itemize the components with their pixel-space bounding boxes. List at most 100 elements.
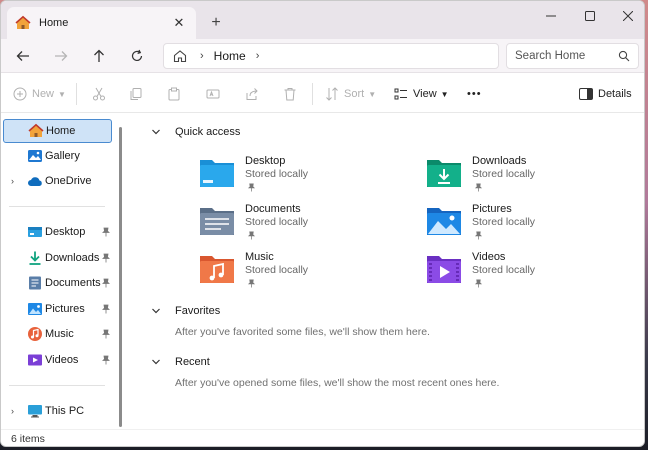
sidebar-scrollbar[interactable] (119, 127, 122, 427)
more-options-button[interactable]: ••• (467, 83, 482, 105)
downloads-icon (29, 251, 41, 265)
sidebar-item-this-pc[interactable]: › This PC (3, 399, 112, 423)
breadcrumb-home[interactable]: Home (214, 49, 246, 63)
close-window-button[interactable] (608, 1, 644, 31)
cut-button[interactable] (92, 83, 106, 105)
tab-title: Home (39, 17, 69, 29)
view-button[interactable]: View ▼ (394, 83, 449, 105)
new-tab-button[interactable]: + (206, 13, 226, 33)
chevron-down-icon: ▼ (440, 89, 449, 99)
music-folder-icon (200, 256, 234, 283)
up-button[interactable] (87, 45, 111, 67)
share-button[interactable] (245, 83, 259, 105)
sidebar-item-music[interactable]: Music (3, 322, 112, 346)
search-input[interactable] (515, 50, 618, 62)
arrow-right-icon (55, 51, 68, 61)
documents-folder-icon (200, 208, 234, 235)
pin-icon (474, 279, 483, 288)
forward-button[interactable] (49, 45, 73, 67)
details-button[interactable]: Details (579, 83, 632, 105)
cloud-icon (28, 177, 42, 186)
sort-icon (326, 87, 338, 101)
sidebar-item-pictures[interactable]: Pictures (3, 297, 112, 321)
pin-icon[interactable] (101, 227, 111, 237)
videos-icon (28, 354, 42, 366)
copy-button[interactable] (129, 83, 143, 105)
gallery-icon (28, 150, 42, 162)
quick-access-tile-desktop[interactable]: Desktop Stored locally (199, 155, 399, 199)
item-count: 6 items (11, 433, 45, 445)
new-button[interactable]: New ▼ (13, 83, 66, 105)
delete-button[interactable] (283, 83, 297, 105)
pin-icon[interactable] (101, 253, 111, 263)
pin-icon[interactable] (101, 304, 111, 314)
quick-access-tile-pictures[interactable]: Pictures Stored locally (426, 203, 626, 247)
home-outline-icon (173, 50, 187, 63)
minimize-button[interactable] (531, 1, 571, 31)
tab-home[interactable]: Home ✕ (7, 7, 196, 39)
tab-close-icon[interactable]: ✕ (170, 14, 188, 32)
minimize-icon (546, 15, 556, 17)
content-pane: Quick access Desktop Stored locally Down… (127, 113, 644, 429)
refresh-button[interactable] (125, 45, 149, 67)
pin-icon (247, 231, 256, 240)
trash-icon (284, 88, 296, 101)
copy-icon (130, 88, 142, 100)
pin-icon (474, 231, 483, 240)
sidebar-item-desktop[interactable]: Desktop (3, 220, 112, 244)
chevron-down-icon (152, 359, 160, 365)
sort-button[interactable]: Sort ▼ (325, 83, 376, 105)
quick-access-tile-documents[interactable]: Documents Stored locally (199, 203, 399, 247)
favorites-header[interactable]: Favorites (151, 305, 220, 317)
back-button[interactable] (11, 45, 35, 67)
maximize-icon (585, 11, 595, 21)
title-bar: Home ✕ + (1, 1, 644, 39)
plus-circle-icon (13, 87, 27, 101)
sidebar-divider (9, 206, 105, 207)
quick-access-header[interactable]: Quick access (151, 126, 240, 138)
search-box[interactable] (506, 43, 639, 69)
chevron-right-icon[interactable]: › (11, 176, 14, 186)
documents-icon (29, 276, 41, 290)
sidebar-item-documents[interactable]: Documents (3, 271, 112, 295)
rename-icon (206, 89, 220, 99)
sidebar-divider (9, 385, 105, 386)
quick-access-tile-music[interactable]: Music Stored locally (199, 251, 399, 295)
chevron-right-icon[interactable]: › (256, 50, 260, 62)
pin-icon[interactable] (101, 355, 111, 365)
maximize-button[interactable] (570, 1, 610, 31)
cut-icon (93, 87, 105, 101)
pin-icon[interactable] (101, 278, 111, 288)
pictures-icon (28, 303, 42, 315)
sidebar-item-videos[interactable]: Videos (3, 348, 112, 372)
quick-access-tile-videos[interactable]: Videos Stored locally (426, 251, 626, 295)
view-icon (394, 88, 407, 100)
share-icon (246, 88, 258, 100)
arrow-up-icon (94, 49, 104, 62)
pin-icon (247, 279, 256, 288)
arrow-left-icon (16, 51, 29, 61)
rename-button[interactable] (206, 83, 220, 105)
address-row: › Home › (1, 39, 644, 73)
pin-icon[interactable] (101, 329, 111, 339)
paste-icon (168, 87, 180, 101)
downloads-folder-icon (427, 160, 461, 187)
sidebar-item-home[interactable]: Home (3, 119, 112, 143)
recent-header[interactable]: Recent (151, 356, 210, 368)
paste-button[interactable] (167, 83, 181, 105)
command-bar: New ▼ Sort ▼ View ▼ ••• Details (1, 73, 644, 113)
videos-folder-icon (427, 256, 461, 283)
chevron-down-icon (152, 129, 160, 135)
sidebar-item-onedrive[interactable]: › OneDrive (3, 169, 112, 193)
pin-icon (474, 183, 483, 192)
chevron-right-icon[interactable]: › (11, 406, 14, 416)
toolbar-divider (312, 83, 313, 105)
desktop-icon (28, 227, 42, 237)
pictures-folder-icon (427, 208, 461, 235)
sidebar-item-downloads[interactable]: Downloads (3, 246, 112, 270)
quick-access-tile-downloads[interactable]: Downloads Stored locally (426, 155, 626, 199)
pin-icon (247, 183, 256, 192)
address-bar[interactable]: › Home › (163, 43, 499, 69)
sidebar-item-gallery[interactable]: Gallery (3, 144, 112, 168)
music-icon (28, 327, 42, 341)
